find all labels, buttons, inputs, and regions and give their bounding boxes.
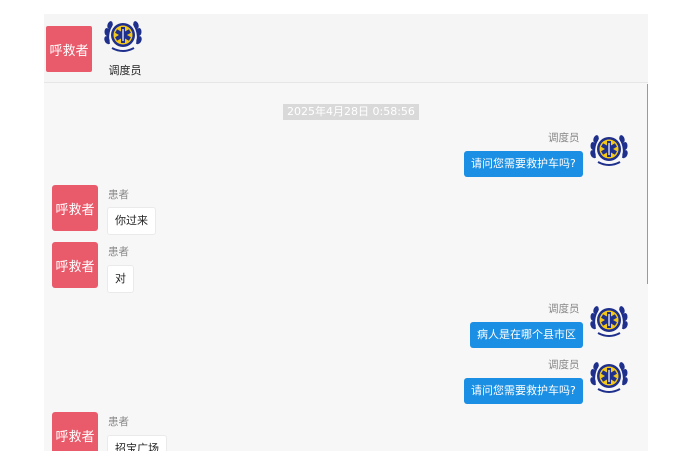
caller-badge: 呼救者 <box>52 185 98 231</box>
message-bubble: 病人是在哪个县市区 <box>470 322 583 348</box>
caller-badge: 呼救者 <box>52 412 98 451</box>
caller-badge[interactable]: 呼救者 <box>46 26 92 72</box>
message-bubble: 请问您需要救护车吗? <box>464 378 583 404</box>
sender-name: 调度员 <box>548 303 580 315</box>
dispatcher-emblem-icon[interactable] <box>100 14 146 60</box>
scrollbar[interactable] <box>647 84 648 284</box>
dispatcher-emblem-icon <box>588 133 630 167</box>
dispatcher-label: 调度员 <box>108 64 142 77</box>
sender-name: 患者 <box>108 416 129 428</box>
sender-name: 患者 <box>108 246 129 258</box>
message-bubble: 请问您需要救护车吗? <box>464 151 583 177</box>
sender-name: 调度员 <box>548 132 580 144</box>
dispatcher-emblem-icon <box>588 304 630 338</box>
chat-header: 呼救者 调度员 <box>44 14 648 83</box>
dispatcher-emblem-icon <box>588 360 630 394</box>
chat-panel: 呼救者 调度员 2025年4月28日 0:58:56 调度员 请问您需要救护车吗… <box>44 14 648 451</box>
message-bubble: 招宝广场 <box>107 435 167 451</box>
message-bubble: 对 <box>107 265 134 293</box>
sender-name: 调度员 <box>548 359 580 371</box>
chat-timestamp: 2025年4月28日 0:58:56 <box>283 104 419 120</box>
caller-badge: 呼救者 <box>52 242 98 288</box>
sender-name: 患者 <box>108 189 129 201</box>
message-bubble: 你过来 <box>107 207 156 235</box>
